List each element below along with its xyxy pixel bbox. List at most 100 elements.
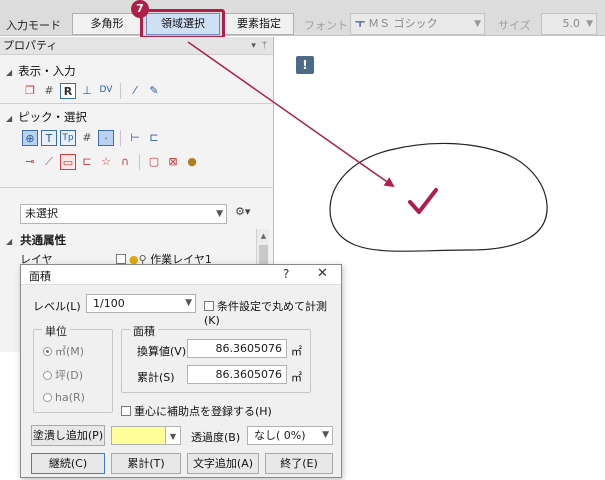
eyedropper-icon[interactable]: ✎: [146, 83, 162, 99]
font-type-icon: ㅜ: [355, 17, 366, 30]
chevron-down-icon: ▼: [185, 298, 192, 308]
radio-dot: [43, 347, 52, 356]
radio-dot: [43, 371, 52, 380]
panel-header: プロパティ ▾ ᛘ: [0, 37, 273, 55]
step-highlight-frame: [140, 9, 225, 39]
close-button[interactable]: ✕: [317, 266, 328, 281]
magic-icon[interactable]: ⁄: [127, 83, 143, 99]
level-value: 1/100: [93, 297, 125, 310]
section-divider: [0, 103, 274, 104]
panel-title: プロパティ: [3, 39, 58, 52]
condition-checkbox[interactable]: 条件設定で丸めて計測(K): [204, 298, 341, 327]
pick-t-icon[interactable]: T: [41, 130, 57, 146]
converted-unit: ㎡: [291, 345, 302, 358]
segment-icon[interactable]: ⊸: [22, 154, 38, 170]
toolbar-separator: [139, 154, 140, 170]
condition-label: 条件設定で丸めて計測(K): [204, 300, 327, 327]
dv-icon[interactable]: DV: [98, 83, 114, 99]
section-pick-select[interactable]: ◢ ピック・選択: [6, 109, 87, 125]
total-value[interactable]: 86.3605076: [187, 365, 287, 384]
total-unit: ㎡: [291, 371, 302, 384]
app-window: 入力モード 多角形 領域選択 要素指定 7 フォント ㅜ ＭＳ ゴシック ▼ サイ…: [0, 0, 605, 480]
pick-tools-row-2: ⊸ ⟋ ▭ ⊏ ☆ ∩ ▢ ⊠ ●: [22, 154, 200, 170]
pick-p-icon[interactable]: ·: [98, 130, 114, 146]
pick-tp-icon[interactable]: Tp: [60, 130, 76, 146]
converted-label: 換算値(V): [137, 345, 187, 358]
align-icon[interactable]: ⊥: [79, 83, 95, 99]
fill-add-button[interactable]: 塗潰し追加(P): [31, 425, 105, 446]
finish-button[interactable]: 終了(E): [265, 453, 333, 474]
section-display-input[interactable]: ◢ 表示・入力: [6, 63, 76, 79]
chevron-down-icon: ▼: [322, 430, 329, 440]
unit-group-label: 単位: [42, 323, 70, 339]
size-value: 5.0: [562, 17, 581, 30]
level-label: レベル(L): [33, 300, 81, 313]
unit-m2-radio[interactable]: ㎡(M): [43, 343, 84, 359]
node-icon[interactable]: ⊏: [79, 154, 95, 170]
centroid-checkbox[interactable]: 重心に補助点を登録する(H): [121, 403, 272, 419]
layer-icon[interactable]: ❐: [22, 83, 38, 99]
r-icon[interactable]: R: [60, 83, 76, 99]
radio-dot: [43, 393, 52, 402]
chevron-down-icon[interactable]: ▼: [165, 426, 181, 445]
converted-value[interactable]: 86.3605076: [187, 339, 287, 358]
area-group-label: 面積: [130, 323, 158, 339]
selection-combo[interactable]: 未選択 ▼: [20, 204, 227, 224]
help-button[interactable]: ?: [283, 267, 289, 281]
angle-icon[interactable]: ⟋: [41, 154, 57, 170]
add-text-button[interactable]: 文字追加(A): [187, 453, 259, 474]
total-label: 累計(S): [137, 371, 175, 384]
alert-icon[interactable]: !: [296, 56, 314, 74]
grid-icon[interactable]: #: [41, 83, 57, 99]
unit-ha-radio[interactable]: ha(R): [43, 391, 85, 404]
tool-icon[interactable]: ⚙▾: [235, 205, 250, 218]
dialog-titlebar: 面積 ? ✕: [21, 265, 341, 285]
polygon-button[interactable]: 多角形: [72, 13, 142, 35]
frame-x-icon[interactable]: ⊠: [165, 154, 181, 170]
toolbar-separator: [120, 130, 121, 146]
curve-icon[interactable]: ∩: [117, 154, 133, 170]
display-tools-row: ❐ # R ⊥ DV ⁄ ✎: [22, 83, 162, 99]
property-category[interactable]: ◢ 共通属性: [6, 232, 66, 248]
chevron-down-icon: ▼: [586, 19, 593, 29]
category-label: 共通属性: [20, 233, 67, 247]
font-label: フォント: [304, 19, 348, 32]
collapse-icon: ◢: [6, 68, 13, 77]
element-specify-button[interactable]: 要素指定: [224, 13, 294, 35]
hash-p-icon[interactable]: #: [79, 130, 95, 146]
rect-select-icon[interactable]: ▭: [60, 154, 76, 170]
pick-ep-icon[interactable]: ⊏: [146, 130, 162, 146]
total-button[interactable]: 累計(T): [111, 453, 181, 474]
checkbox-box[interactable]: [204, 301, 214, 311]
pick-tools-row-1: ⊕ T Tp # · ⊢ ⊏: [22, 130, 162, 146]
continue-button[interactable]: 継続(C): [31, 453, 105, 474]
input-mode-label: 入力モード: [6, 19, 61, 32]
checkbox-box[interactable]: [121, 406, 131, 416]
transparency-select[interactable]: なし( 0%) ▼: [247, 426, 333, 445]
transparency-label: 透過度(B): [191, 431, 241, 444]
size-select[interactable]: 5.0 ▼: [541, 13, 597, 35]
pick-line-icon[interactable]: ⊢: [127, 130, 143, 146]
font-value: ＭＳ ゴシック: [368, 17, 438, 30]
font-select[interactable]: ㅜ ＭＳ ゴシック ▼: [350, 13, 485, 35]
bag-icon[interactable]: ●: [184, 154, 200, 170]
dialog-title: 面積: [29, 270, 51, 283]
star-icon[interactable]: ☆: [98, 154, 114, 170]
collapse-icon: ◢: [6, 114, 13, 123]
toolbar-separator: [120, 83, 121, 99]
unit-ha-label: ha(R): [55, 391, 85, 404]
centroid-label: 重心に補助点を登録する(H): [134, 405, 272, 418]
pin-icon[interactable]: ▾ ᛘ: [251, 37, 267, 55]
collapse-icon: ◢: [6, 237, 13, 246]
layer-checkbox[interactable]: [116, 254, 126, 264]
pick-center-icon[interactable]: ⊕: [22, 130, 38, 146]
scroll-up-icon[interactable]: ▲: [257, 229, 270, 243]
chevron-down-icon: ▼: [474, 19, 481, 29]
size-label: サイズ: [498, 19, 531, 32]
area-dialog: 面積 ? ✕ レベル(L) 1/100 ▼ 条件設定で丸めて計測(K) 単位 ㎡…: [20, 264, 342, 478]
selection-value: 未選択: [25, 207, 58, 220]
frame-icon[interactable]: ▢: [146, 154, 162, 170]
unit-tsubo-radio[interactable]: 坪(D): [43, 367, 83, 383]
level-select[interactable]: 1/100 ▼: [86, 294, 196, 313]
chevron-down-icon: ▼: [216, 209, 223, 219]
